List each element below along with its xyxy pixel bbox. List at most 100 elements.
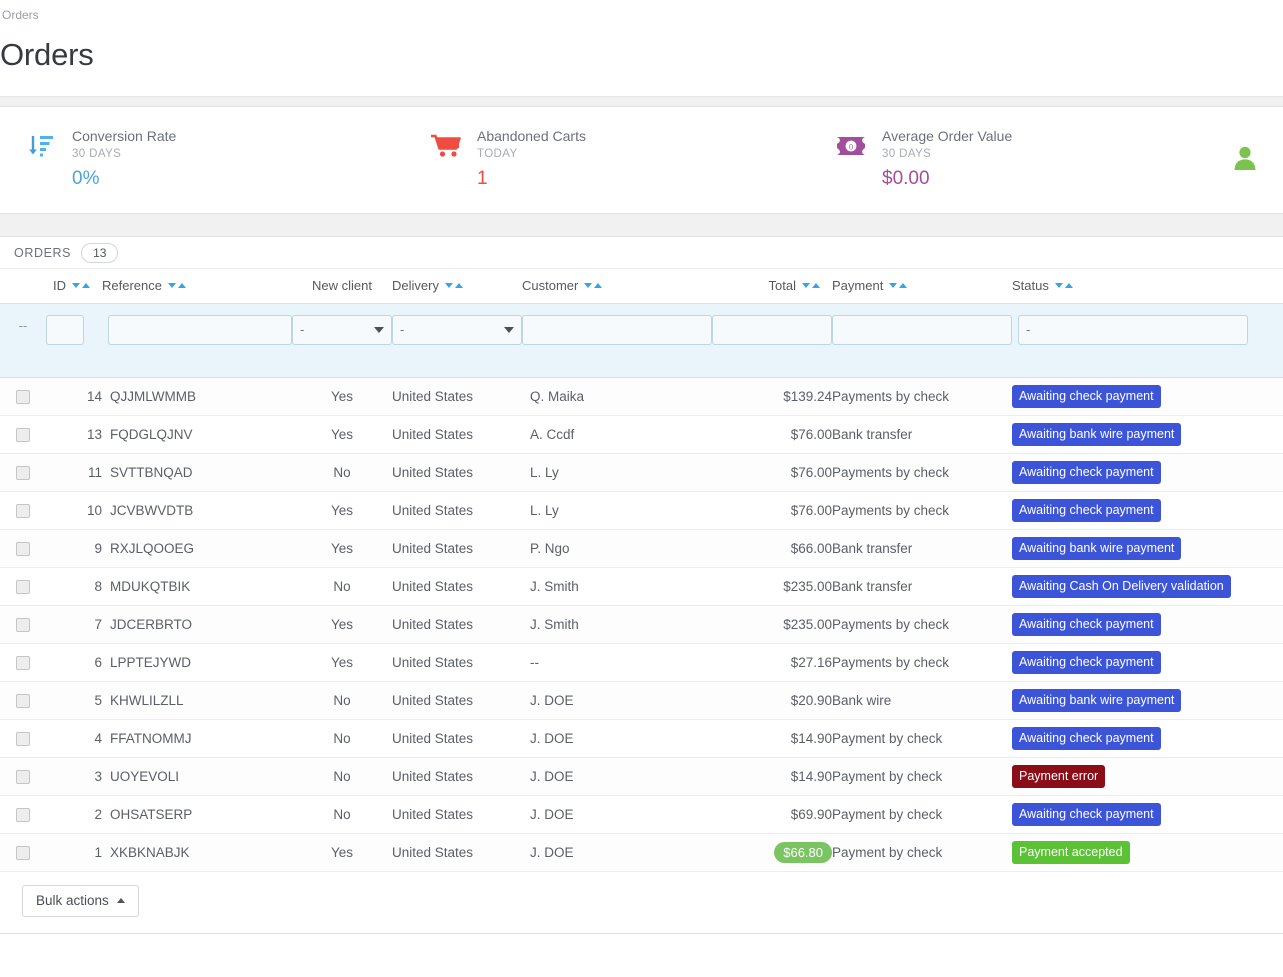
- header-new-client-label: New client: [312, 278, 372, 294]
- row-checkbox-cell[interactable]: [0, 529, 46, 568]
- header-id[interactable]: ID: [46, 269, 102, 303]
- row-checkbox-cell[interactable]: [0, 605, 46, 644]
- row-checkbox-cell[interactable]: [0, 757, 46, 796]
- kpi-average-order-value[interactable]: 0 Average Order Value 30 DAYS $0.00: [834, 127, 1219, 193]
- row-checkbox[interactable]: [16, 655, 30, 670]
- filter-id-input[interactable]: [46, 314, 84, 345]
- row-checkbox-cell[interactable]: [0, 719, 46, 758]
- sort-asc-icon[interactable]: [812, 283, 820, 289]
- row-checkbox-cell[interactable]: [0, 453, 46, 492]
- sort-desc-icon[interactable]: [584, 283, 593, 289]
- header-new-client[interactable]: New client: [292, 269, 392, 303]
- sort-controls-payment[interactable]: [889, 283, 908, 289]
- header-divider: [0, 96, 1283, 106]
- sort-desc-icon[interactable]: [444, 283, 453, 289]
- filter-new-client-select[interactable]: -: [292, 314, 392, 345]
- breadcrumb[interactable]: Orders: [0, 8, 1283, 22]
- sort-controls-status[interactable]: [1054, 283, 1073, 289]
- filter-status-cell: -: [1012, 302, 1283, 378]
- sort-controls-id[interactable]: [72, 283, 90, 289]
- row-checkbox-cell[interactable]: [0, 377, 46, 416]
- sort-controls-reference[interactable]: [167, 283, 186, 289]
- cell-id: 7: [46, 605, 102, 644]
- row-checkbox[interactable]: [16, 807, 30, 822]
- sort-desc-icon[interactable]: [802, 283, 810, 289]
- filter-status-select[interactable]: -: [1018, 314, 1248, 345]
- cell-new-client: No: [292, 681, 392, 720]
- kpi-abandoned-carts[interactable]: Abandoned Carts TODAY 1: [429, 127, 834, 193]
- cell-reference: KHWLILZLL: [102, 681, 292, 720]
- cell-payment: Bank transfer: [832, 567, 1012, 606]
- sort-controls-delivery[interactable]: [444, 283, 463, 289]
- table-row[interactable]: 10 JCVBWVDTB Yes United States L. Ly $76.00 Pa…: [0, 491, 1283, 530]
- header-payment[interactable]: Payment: [832, 269, 1012, 303]
- cell-payment: Bank transfer: [832, 415, 1012, 454]
- table-row[interactable]: 4 FFATNOMMJ No United States J. DOE $14.90 Pay…: [0, 719, 1283, 758]
- table-row[interactable]: 14 QJJMLWMMB Yes United States Q. Maika $139.…: [0, 377, 1283, 416]
- header-status[interactable]: Status: [1012, 269, 1283, 303]
- row-checkbox-cell[interactable]: [0, 491, 46, 530]
- filter-total-input[interactable]: [712, 314, 832, 345]
- kpi-label: Average Order Value: [882, 128, 1013, 144]
- cell-total: $76.00: [712, 491, 832, 530]
- row-checkbox-cell[interactable]: [0, 567, 46, 606]
- table-row[interactable]: 3 UOYEVOLI No United States J. DOE $14.90 Paym…: [0, 757, 1283, 796]
- filter-delivery-select[interactable]: -: [392, 314, 522, 345]
- row-checkbox[interactable]: [16, 769, 30, 784]
- table-row[interactable]: 1 XKBKNABJK Yes United States J. DOE $66.80 Pa…: [0, 833, 1283, 872]
- header-reference[interactable]: Reference: [102, 269, 292, 303]
- row-checkbox-cell[interactable]: [0, 415, 46, 454]
- table-row[interactable]: 11 SVTTBNQAD No United States L. Ly $76.00 Pay…: [0, 453, 1283, 492]
- row-checkbox[interactable]: [16, 617, 30, 632]
- header-customer[interactable]: Customer: [522, 269, 712, 303]
- row-checkbox-cell[interactable]: [0, 833, 46, 872]
- row-checkbox[interactable]: [16, 579, 30, 594]
- row-checkbox[interactable]: [16, 731, 30, 746]
- row-checkbox[interactable]: [16, 541, 30, 556]
- table-row[interactable]: 9 RXJLQOOEG Yes United States P. Ngo $66.00 Ba…: [0, 529, 1283, 568]
- filter-payment-input[interactable]: [832, 314, 1012, 345]
- sort-controls-customer[interactable]: [584, 283, 603, 289]
- sort-asc-icon[interactable]: [1064, 283, 1073, 289]
- kpi-conversion-rate[interactable]: Conversion Rate 30 DAYS 0%: [24, 127, 429, 193]
- header-delivery[interactable]: Delivery: [392, 269, 522, 303]
- kpi-period: TODAY: [477, 148, 518, 160]
- sort-asc-icon[interactable]: [899, 283, 908, 289]
- sort-controls-total[interactable]: [802, 283, 820, 289]
- row-checkbox-cell[interactable]: [0, 681, 46, 720]
- header-total[interactable]: Total: [712, 269, 832, 303]
- table-row[interactable]: 13 FQDGLQJNV Yes United States A. Ccdf $76.00…: [0, 415, 1283, 454]
- sort-asc-icon[interactable]: [594, 283, 603, 289]
- sort-asc-icon[interactable]: [177, 283, 186, 289]
- cell-new-client: No: [292, 567, 392, 606]
- sort-desc-icon[interactable]: [72, 283, 80, 289]
- filter-reference-input[interactable]: [108, 314, 292, 345]
- sort-desc-icon[interactable]: [889, 283, 898, 289]
- row-checkbox[interactable]: [16, 427, 30, 442]
- row-checkbox[interactable]: [16, 503, 30, 518]
- table-row[interactable]: 5 KHWLILZLL No United States J. DOE $20.90 Ban…: [0, 681, 1283, 720]
- table-row[interactable]: 2 OHSATSERP No United States J. DOE $69.90 Pay…: [0, 795, 1283, 834]
- cell-payment: Payments by check: [832, 643, 1012, 682]
- table-row[interactable]: 6 LPPTEJYWD Yes United States -- $27.16 Paymen…: [0, 643, 1283, 682]
- status-badge: Payment error: [1012, 764, 1106, 788]
- row-checkbox[interactable]: [16, 693, 30, 708]
- sort-desc-icon[interactable]: [167, 283, 176, 289]
- kpi-visitors-online[interactable]: [1219, 144, 1259, 177]
- row-checkbox[interactable]: [16, 845, 30, 860]
- filter-customer-cell: [522, 302, 712, 378]
- filter-customer-input[interactable]: [522, 314, 712, 345]
- table-row[interactable]: 8 MDUKQTBIK No United States J. Smith $235.00…: [0, 567, 1283, 606]
- bulk-actions-button[interactable]: Bulk actions: [22, 884, 139, 917]
- cell-customer: Q. Maika: [522, 377, 712, 416]
- row-checkbox[interactable]: [16, 389, 30, 404]
- sort-desc-icon[interactable]: [1054, 283, 1063, 289]
- cell-payment: Bank transfer: [832, 529, 1012, 568]
- sort-asc-icon[interactable]: [82, 283, 90, 289]
- row-checkbox-cell[interactable]: [0, 643, 46, 682]
- page-header: Orders Orders: [0, 0, 1283, 74]
- row-checkbox[interactable]: [16, 465, 30, 480]
- row-checkbox-cell[interactable]: [0, 795, 46, 834]
- sort-asc-icon[interactable]: [454, 283, 463, 289]
- table-row[interactable]: 7 JDCERBRTO Yes United States J. Smith $235.0…: [0, 605, 1283, 644]
